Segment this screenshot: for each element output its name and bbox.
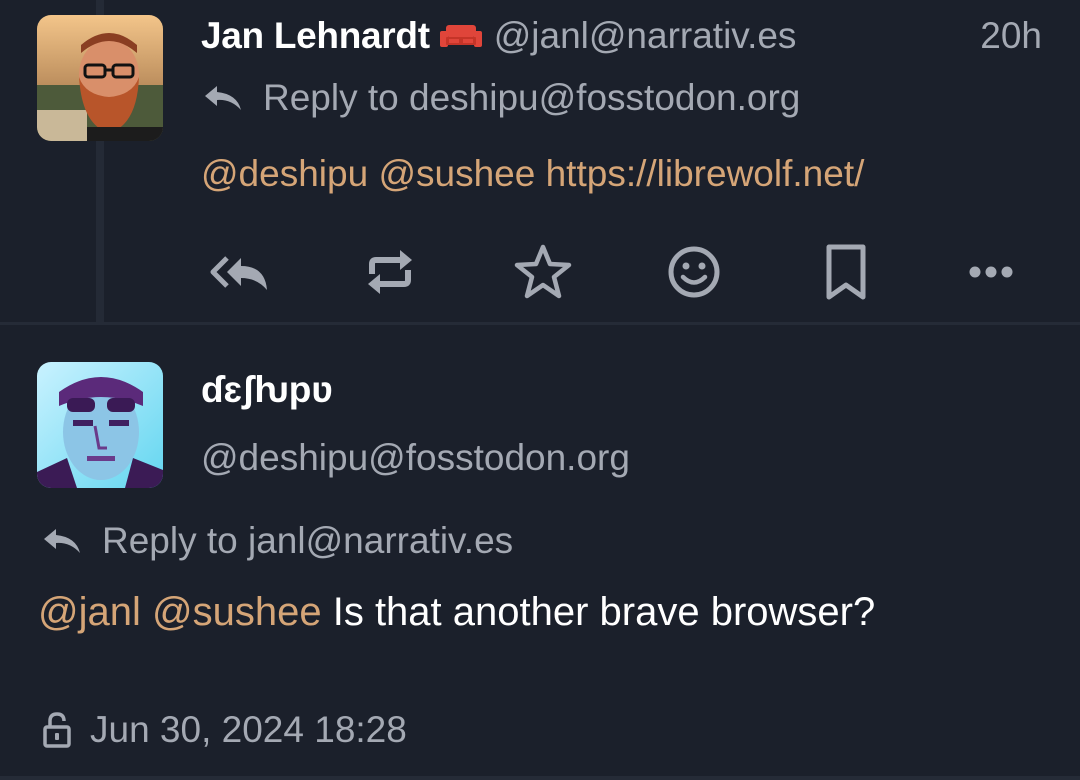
- post-content: @deshipu @sushee https://librewolf.net/: [201, 152, 864, 196]
- favourite-icon[interactable]: [507, 240, 579, 304]
- couch-icon: [439, 23, 482, 49]
- reply-to-indicator[interactable]: Reply to deshipu@fosstodon.org: [201, 76, 800, 120]
- author-handle[interactable]: @deshipu@fosstodon.org: [201, 436, 630, 480]
- avatar-image: [37, 362, 163, 488]
- avatar-image: [37, 15, 163, 141]
- status-post-janl[interactable]: Jan Lehnardt @janl@narrativ.es 20h Reply…: [0, 0, 1080, 324]
- mention-link[interactable]: @sushee: [152, 590, 322, 634]
- post-meta: Jun 30, 2024 18:28: [42, 706, 407, 754]
- emoji-reaction-icon[interactable]: [658, 240, 730, 304]
- url-link[interactable]: https://librewolf.net/: [546, 153, 865, 194]
- author-handle[interactable]: @janl@narrativ.es: [494, 15, 797, 57]
- post-content: @janl @sushee Is that another brave brow…: [38, 588, 875, 636]
- reply-to-label: Reply to janl@narrativ.es: [102, 520, 514, 561]
- post-divider: [0, 776, 1080, 780]
- lock-icon: [43, 712, 71, 748]
- post-timestamp[interactable]: Jun 30, 2024 18:28: [90, 709, 407, 751]
- reply-to-indicator[interactable]: Reply to janl@narrativ.es: [40, 519, 513, 563]
- mention-link[interactable]: @janl: [38, 590, 141, 634]
- post-header: Jan Lehnardt @janl@narrativ.es: [201, 14, 796, 58]
- reply-arrow-icon: [205, 86, 241, 110]
- reply-to-label: Reply to deshipu@fosstodon.org: [263, 77, 801, 118]
- boost-icon[interactable]: [354, 240, 426, 304]
- post-divider: [0, 322, 1080, 325]
- author-display-name[interactable]: Jan Lehnardt: [201, 15, 430, 57]
- author-display-name[interactable]: ɗɛʃƕpʋ: [201, 368, 333, 412]
- post-text: Is that another brave browser?: [332, 590, 876, 634]
- bookmark-icon[interactable]: [810, 240, 882, 304]
- thread-view: Jan Lehnardt @janl@narrativ.es 20h Reply…: [0, 0, 1080, 780]
- reply-arrow-icon: [44, 529, 80, 553]
- relative-time[interactable]: 20h: [980, 14, 1042, 58]
- author-avatar[interactable]: [37, 15, 163, 141]
- action-bar: [0, 240, 1080, 304]
- reply-all-icon[interactable]: [203, 240, 275, 304]
- mention-link[interactable]: @deshipu: [201, 153, 368, 194]
- mention-link[interactable]: @sushee: [378, 153, 535, 194]
- more-options-icon[interactable]: [955, 240, 1027, 304]
- author-avatar[interactable]: [37, 362, 163, 488]
